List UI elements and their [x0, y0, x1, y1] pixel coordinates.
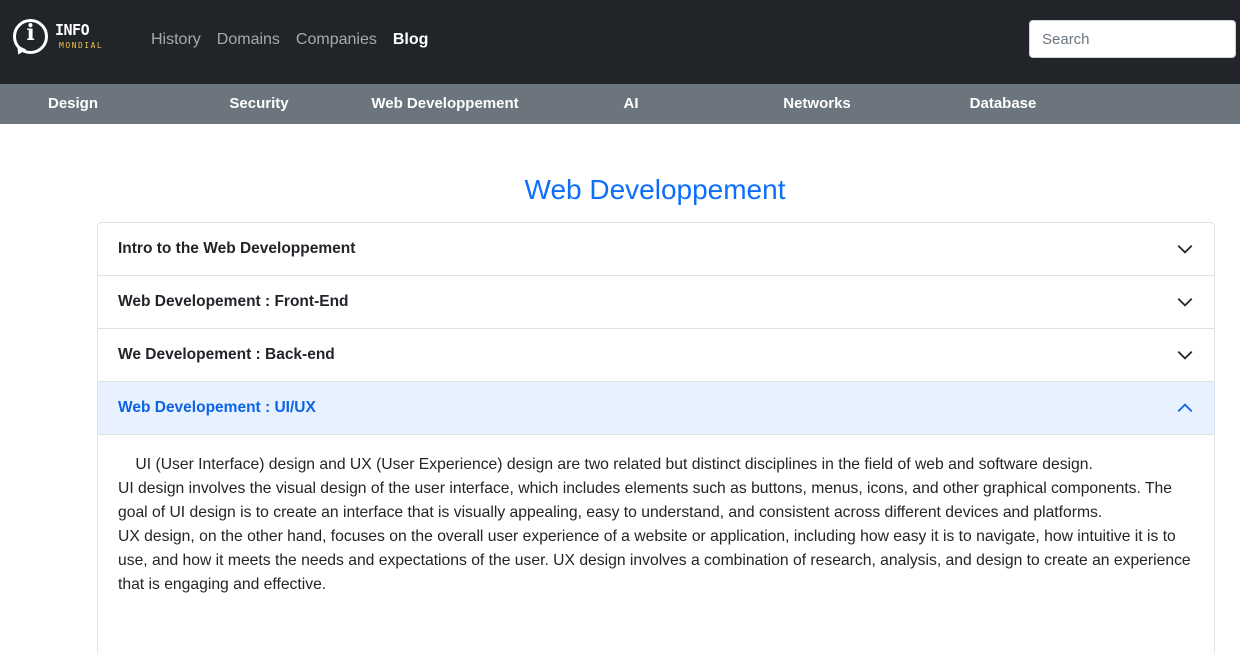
brand-name: INFO [55, 21, 90, 39]
accordion: Intro to the Web Developpement Web Devel… [97, 222, 1215, 653]
accordion-header-label: We Developement : Back-end [118, 346, 335, 363]
brand-subtitle: MONDIAL [59, 41, 104, 50]
category-networks[interactable]: Networks [783, 84, 851, 124]
nav-companies[interactable]: Companies [296, 30, 377, 50]
top-navbar: i INFO MONDIAL History Domains Companies… [0, 0, 1240, 84]
category-bar: Design Security Web Developpement AI Net… [0, 84, 1240, 124]
accordion-item: Web Developement : Front-End [98, 276, 1214, 329]
chevron-down-icon [1177, 244, 1193, 254]
category-design[interactable]: Design [48, 84, 98, 124]
body-paragraph: UI (User Interface) design and UX (User … [118, 456, 1093, 473]
accordion-body-ui-ux: UI (User Interface) design and UX (User … [98, 435, 1214, 653]
page-title: Web Developpement [524, 174, 786, 205]
main-nav: History Domains Companies Blog [151, 30, 428, 50]
accordion-header-label: Web Developement : Front-End [118, 293, 349, 310]
category-ai[interactable]: AI [624, 84, 639, 124]
accordion-item: Intro to the Web Developpement [98, 223, 1214, 276]
accordion-header-front-end[interactable]: Web Developement : Front-End [98, 276, 1214, 328]
category-web-developpement[interactable]: Web Developpement [371, 84, 518, 124]
brand-logo[interactable]: i INFO MONDIAL [13, 19, 113, 59]
accordion-item: We Developement : Back-end [98, 329, 1214, 382]
category-database[interactable]: Database [970, 84, 1037, 124]
chevron-down-icon [1177, 350, 1193, 360]
chevron-down-icon [1177, 297, 1193, 307]
body-paragraph: UX design, on the other hand, focuses on… [118, 528, 1191, 593]
accordion-header-ui-ux[interactable]: Web Developement : UI/UX [98, 382, 1214, 434]
nav-history[interactable]: History [151, 30, 201, 50]
nav-blog[interactable]: Blog [393, 30, 429, 50]
accordion-header-label: Web Developement : UI/UX [118, 399, 316, 416]
info-icon-glyph: i [26, 20, 35, 46]
nav-domains[interactable]: Domains [217, 30, 280, 50]
accordion-header-back-end[interactable]: We Developement : Back-end [98, 329, 1214, 381]
search-input[interactable] [1029, 20, 1236, 58]
chevron-up-icon [1177, 403, 1193, 413]
accordion-header-intro[interactable]: Intro to the Web Developpement [98, 223, 1214, 275]
accordion-item: Web Developement : UI/UX [98, 382, 1214, 435]
body-paragraph: UI design involves the visual design of … [118, 480, 1172, 521]
category-security[interactable]: Security [229, 84, 288, 124]
accordion-header-label: Intro to the Web Developpement [118, 240, 356, 257]
